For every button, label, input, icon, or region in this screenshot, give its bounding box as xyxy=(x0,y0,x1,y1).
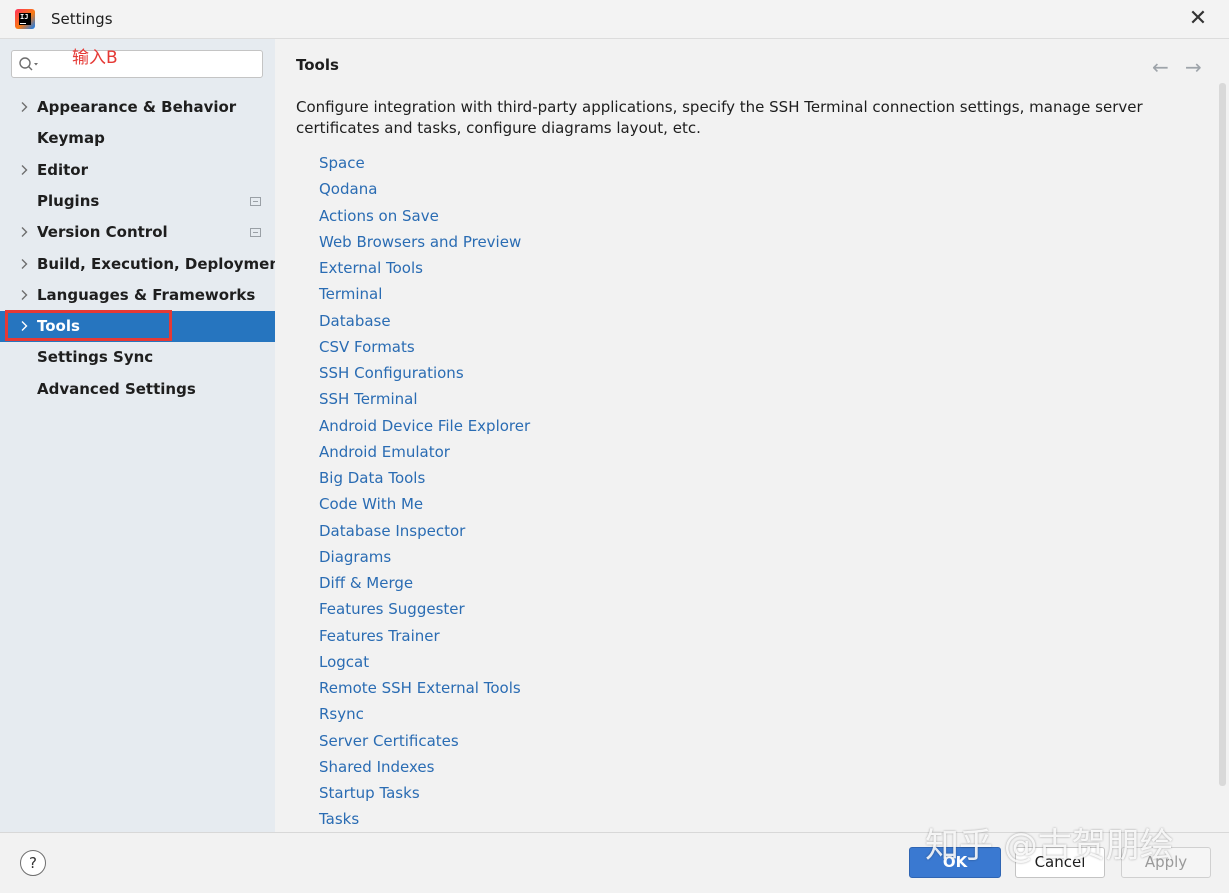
link-rsync[interactable]: Rsync xyxy=(319,705,364,723)
link-server-certificates[interactable]: Server Certificates xyxy=(319,732,459,750)
help-button[interactable]: ? xyxy=(20,850,46,876)
sidebar-item-label: Editor xyxy=(37,160,88,179)
link-actions-on-save[interactable]: Actions on Save xyxy=(319,207,439,225)
sidebar-item-label: Version Control xyxy=(37,223,168,242)
ok-button[interactable]: OK xyxy=(909,847,1001,878)
link-space[interactable]: Space xyxy=(319,154,365,172)
arrow-left-icon[interactable]: ← xyxy=(1152,55,1169,79)
link-web-browsers-and-preview[interactable]: Web Browsers and Preview xyxy=(319,233,521,251)
close-icon[interactable]: ✕ xyxy=(1183,4,1213,34)
project-level-icon xyxy=(250,228,261,238)
dialog-footer: ? OK Cancel Apply xyxy=(0,832,1229,893)
chevron-right-icon[interactable] xyxy=(19,320,29,332)
link-android-emulator[interactable]: Android Emulator xyxy=(319,443,450,461)
link-startup-tasks[interactable]: Startup Tasks xyxy=(319,784,420,802)
annotation-label: 输入B xyxy=(72,48,118,68)
settings-content: Tools ← → Configure integration with thi… xyxy=(275,39,1229,832)
link-android-device-file-explorer[interactable]: Android Device File Explorer xyxy=(319,417,530,435)
sidebar-item-label: Languages & Frameworks xyxy=(37,285,256,304)
link-database-inspector[interactable]: Database Inspector xyxy=(319,522,465,540)
scrollbar[interactable] xyxy=(1219,83,1226,786)
project-level-icon xyxy=(250,196,261,206)
link-terminal[interactable]: Terminal xyxy=(319,285,382,303)
settings-sidebar: 输入B Appearance & Behavior Keymap Editor Plu… xyxy=(0,39,287,832)
link-tasks[interactable]: Tasks xyxy=(319,810,359,828)
chevron-right-icon[interactable] xyxy=(19,226,29,238)
link-diff-merge[interactable]: Diff & Merge xyxy=(319,574,413,592)
cancel-button[interactable]: Cancel xyxy=(1015,847,1105,878)
link-ssh-terminal[interactable]: SSH Terminal xyxy=(319,390,417,408)
sidebar-item-version-control[interactable]: Version Control xyxy=(0,217,275,248)
search-icon[interactable] xyxy=(18,56,40,74)
link-ssh-configurations[interactable]: SSH Configurations xyxy=(319,364,464,382)
chevron-right-icon[interactable] xyxy=(19,289,29,301)
sidebar-item-keymap[interactable]: Keymap xyxy=(0,123,275,154)
link-qodana[interactable]: Qodana xyxy=(319,180,377,198)
link-remote-ssh-external-tools[interactable]: Remote SSH External Tools xyxy=(319,679,521,697)
search-box[interactable] xyxy=(11,50,263,78)
link-features-suggester[interactable]: Features Suggester xyxy=(319,600,465,618)
link-database[interactable]: Database xyxy=(319,312,391,330)
page-description: Configure integration with third-party a… xyxy=(296,98,1143,137)
sidebar-item-label: Advanced Settings xyxy=(37,379,196,398)
sidebar-item-label: Build, Execution, Deployment xyxy=(37,254,288,273)
intellij-app-icon: IJ xyxy=(15,9,35,29)
link-code-with-me[interactable]: Code With Me xyxy=(319,495,423,513)
chevron-right-icon[interactable] xyxy=(19,164,29,176)
link-big-data-tools[interactable]: Big Data Tools xyxy=(319,469,425,487)
chevron-right-icon[interactable] xyxy=(19,258,29,270)
title-bar: IJ Settings ✕ xyxy=(0,0,1229,39)
sidebar-item-label: Settings Sync xyxy=(37,348,154,367)
sidebar-item-appearance-behavior[interactable]: Appearance & Behavior xyxy=(0,92,275,123)
apply-button[interactable]: Apply xyxy=(1121,847,1211,878)
link-csv-formats[interactable]: CSV Formats xyxy=(319,338,415,356)
link-features-trainer[interactable]: Features Trainer xyxy=(319,627,440,645)
sidebar-item-languages-frameworks[interactable]: Languages & Frameworks xyxy=(0,280,275,311)
sidebar-item-label: Appearance & Behavior xyxy=(37,98,237,116)
sidebar-item-tools[interactable]: Tools xyxy=(0,311,275,343)
sidebar-item-label: Keymap xyxy=(37,129,105,148)
sidebar-item-label: Plugins xyxy=(37,191,100,210)
sidebar-item-settings-sync[interactable]: Settings Sync xyxy=(0,342,275,373)
link-diagrams[interactable]: Diagrams xyxy=(319,548,391,566)
arrow-right-icon[interactable]: → xyxy=(1185,55,1202,79)
sidebar-item-build-execution-deployment[interactable]: Build, Execution, Deployment xyxy=(0,249,287,280)
sidebar-item-label: Tools xyxy=(37,317,80,336)
sidebar-item-advanced-settings[interactable]: Advanced Settings xyxy=(0,374,275,405)
chevron-right-icon[interactable] xyxy=(19,101,29,113)
link-external-tools[interactable]: External Tools xyxy=(319,259,423,277)
sidebar-item-plugins[interactable]: Plugins xyxy=(0,186,275,217)
page-title: Tools xyxy=(296,56,339,74)
window-title: Settings xyxy=(51,10,113,28)
sidebar-item-editor[interactable]: Editor xyxy=(0,155,275,186)
link-shared-indexes[interactable]: Shared Indexes xyxy=(319,758,434,776)
link-logcat[interactable]: Logcat xyxy=(319,653,369,671)
